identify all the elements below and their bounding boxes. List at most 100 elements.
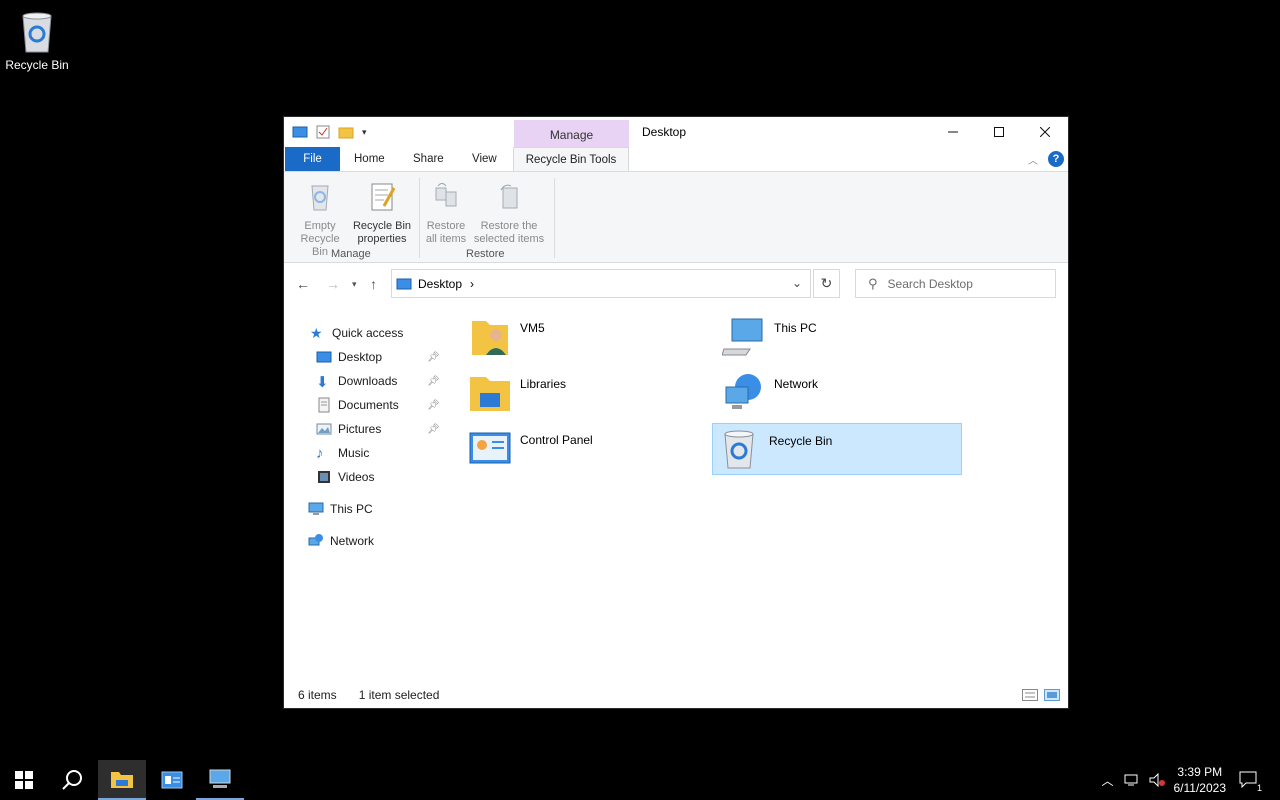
pin-icon[interactable]: 📌︎ bbox=[427, 400, 440, 411]
recent-locations-icon[interactable]: ▾ bbox=[352, 279, 357, 290]
control-panel-icon bbox=[469, 432, 511, 464]
network-status-icon[interactable] bbox=[1124, 772, 1142, 788]
properties-icon[interactable] bbox=[316, 125, 330, 139]
refresh-button[interactable]: ↻ bbox=[813, 269, 840, 298]
star-icon: ★ bbox=[310, 325, 323, 341]
file-list: VM5 This PC Libraries Network Control Pa… bbox=[464, 307, 1064, 687]
large-icons-view-icon[interactable] bbox=[1044, 689, 1060, 701]
desktop-icon bbox=[316, 351, 332, 363]
address-bar[interactable]: Desktop › ⌄ bbox=[391, 269, 811, 298]
document-icon bbox=[318, 397, 330, 413]
nav-this-pc[interactable]: This PC bbox=[308, 501, 373, 517]
clock-date: 6/11/2023 bbox=[1173, 781, 1227, 795]
computer-icon bbox=[722, 318, 763, 356]
pin-icon[interactable]: 📌︎ bbox=[427, 424, 440, 435]
libraries-icon bbox=[470, 377, 510, 411]
start-button[interactable] bbox=[0, 760, 48, 800]
nav-item-videos[interactable]: Videos bbox=[316, 469, 374, 485]
restore-all-items-button[interactable]: Restore all items bbox=[422, 178, 470, 246]
search-placeholder: Search Desktop bbox=[887, 276, 973, 291]
nav-item-label: Documents bbox=[338, 398, 399, 412]
restore-all-line2: all items bbox=[425, 233, 467, 245]
properties-icon bbox=[371, 183, 396, 211]
taskbar-remote-app[interactable] bbox=[196, 760, 244, 800]
file-item-vm5[interactable]: VM5 bbox=[464, 311, 714, 363]
nav-network[interactable]: Network bbox=[308, 533, 374, 549]
nav-item-downloads[interactable]: ⬇ Downloads bbox=[316, 373, 398, 391]
download-icon: ⬇ bbox=[316, 374, 329, 391]
nav-item-pictures[interactable]: Pictures bbox=[316, 421, 381, 437]
forward-arrow-icon[interactable]: → bbox=[326, 276, 340, 292]
customize-qat-icon[interactable]: ▾ bbox=[362, 127, 367, 138]
file-item-this-pc[interactable]: This PC bbox=[718, 311, 968, 363]
empty-recycle-bin-icon bbox=[311, 185, 329, 211]
recycle-bin-properties-button[interactable]: Recycle Bin properties bbox=[352, 178, 412, 246]
up-arrow-icon[interactable]: ↑ bbox=[370, 276, 377, 292]
file-item-recycle-bin[interactable]: Recycle Bin bbox=[712, 423, 962, 475]
minimize-icon bbox=[948, 131, 958, 133]
tab-recycle-bin-tools[interactable]: Recycle Bin Tools bbox=[513, 147, 629, 172]
file-item-control-panel[interactable]: Control Panel bbox=[464, 423, 714, 475]
desktop-recycle-bin[interactable]: Recycle Bin bbox=[4, 6, 70, 72]
tab-view[interactable]: View bbox=[472, 147, 497, 171]
close-button[interactable] bbox=[1022, 117, 1068, 147]
file-explorer-icon bbox=[111, 772, 133, 788]
nav-this-pc-label: This PC bbox=[330, 502, 373, 516]
pin-icon[interactable]: 📌︎ bbox=[427, 352, 440, 363]
search-button[interactable] bbox=[48, 760, 96, 800]
volume-muted-icon[interactable] bbox=[1148, 772, 1166, 788]
nav-item-documents[interactable]: Documents bbox=[316, 397, 399, 413]
nav-quick-access-label: Quick access bbox=[332, 326, 404, 340]
nav-item-desktop[interactable]: Desktop bbox=[316, 349, 382, 365]
manage-context-tab[interactable]: Manage bbox=[514, 120, 629, 147]
address-dropdown-icon[interactable]: ⌄ bbox=[792, 276, 802, 290]
restore-selected-icon bbox=[500, 184, 518, 209]
maximize-icon bbox=[994, 127, 1004, 137]
collapse-ribbon-icon[interactable]: ︿ bbox=[1028, 152, 1038, 167]
empty-recycle-bin-button[interactable]: Empty Recycle Bin bbox=[292, 178, 348, 259]
breadcrumb-separator[interactable]: › bbox=[470, 277, 474, 291]
nav-item-music[interactable]: ♪ Music bbox=[316, 445, 370, 462]
search-icon bbox=[62, 770, 82, 790]
group-separator bbox=[419, 178, 420, 258]
explorer-icon[interactable] bbox=[292, 125, 308, 139]
search-input[interactable]: ⚲ Search Desktop bbox=[855, 269, 1056, 298]
clock[interactable]: 3:39 PM 6/11/2023 bbox=[1174, 764, 1227, 796]
properties-line2: properties bbox=[357, 233, 407, 245]
maximize-button[interactable] bbox=[976, 117, 1022, 147]
server-manager-icon bbox=[161, 771, 183, 789]
computer-icon bbox=[308, 502, 324, 515]
nav-item-label: Downloads bbox=[338, 374, 398, 388]
taskbar-server-manager[interactable] bbox=[148, 760, 196, 800]
details-view-icon[interactable] bbox=[1022, 689, 1038, 701]
back-arrow-icon[interactable]: ← bbox=[296, 276, 310, 292]
action-center-button[interactable]: 1 bbox=[1238, 770, 1262, 793]
breadcrumb-desktop[interactable]: Desktop bbox=[418, 277, 462, 291]
properties-line1: Recycle Bin bbox=[352, 220, 412, 232]
tab-home[interactable]: Home bbox=[354, 147, 385, 171]
file-item-network[interactable]: Network bbox=[718, 367, 968, 419]
title-bar: ▾ Manage Desktop bbox=[284, 117, 1068, 147]
network-icon bbox=[725, 374, 761, 409]
clock-time: 3:39 PM bbox=[1177, 765, 1223, 779]
nav-item-label: Music bbox=[338, 446, 370, 460]
nav-quick-access[interactable]: ★ Quick access bbox=[310, 325, 403, 341]
network-icon bbox=[308, 534, 323, 546]
tab-share[interactable]: Share bbox=[413, 147, 444, 171]
pin-icon[interactable]: 📌︎ bbox=[427, 376, 440, 387]
item-count: 6 items bbox=[298, 688, 337, 702]
user-folder-icon bbox=[472, 321, 508, 355]
file-item-libraries[interactable]: Libraries bbox=[464, 367, 714, 419]
minimize-button[interactable] bbox=[930, 117, 976, 147]
notification-badge: 1 bbox=[1256, 782, 1262, 793]
nav-item-label: Videos bbox=[338, 470, 375, 484]
nav-network-label: Network bbox=[330, 534, 375, 548]
show-hidden-icons-icon[interactable]: ︿ bbox=[1101, 772, 1113, 789]
new-folder-icon[interactable] bbox=[338, 125, 354, 139]
window-title: Desktop bbox=[642, 125, 687, 139]
taskbar-file-explorer[interactable] bbox=[98, 760, 146, 800]
restore-selected-items-button[interactable]: Restore the selected items bbox=[472, 178, 546, 246]
music-icon: ♪ bbox=[316, 445, 324, 462]
tab-file[interactable]: File bbox=[285, 147, 340, 171]
help-icon[interactable]: ? bbox=[1048, 151, 1064, 167]
